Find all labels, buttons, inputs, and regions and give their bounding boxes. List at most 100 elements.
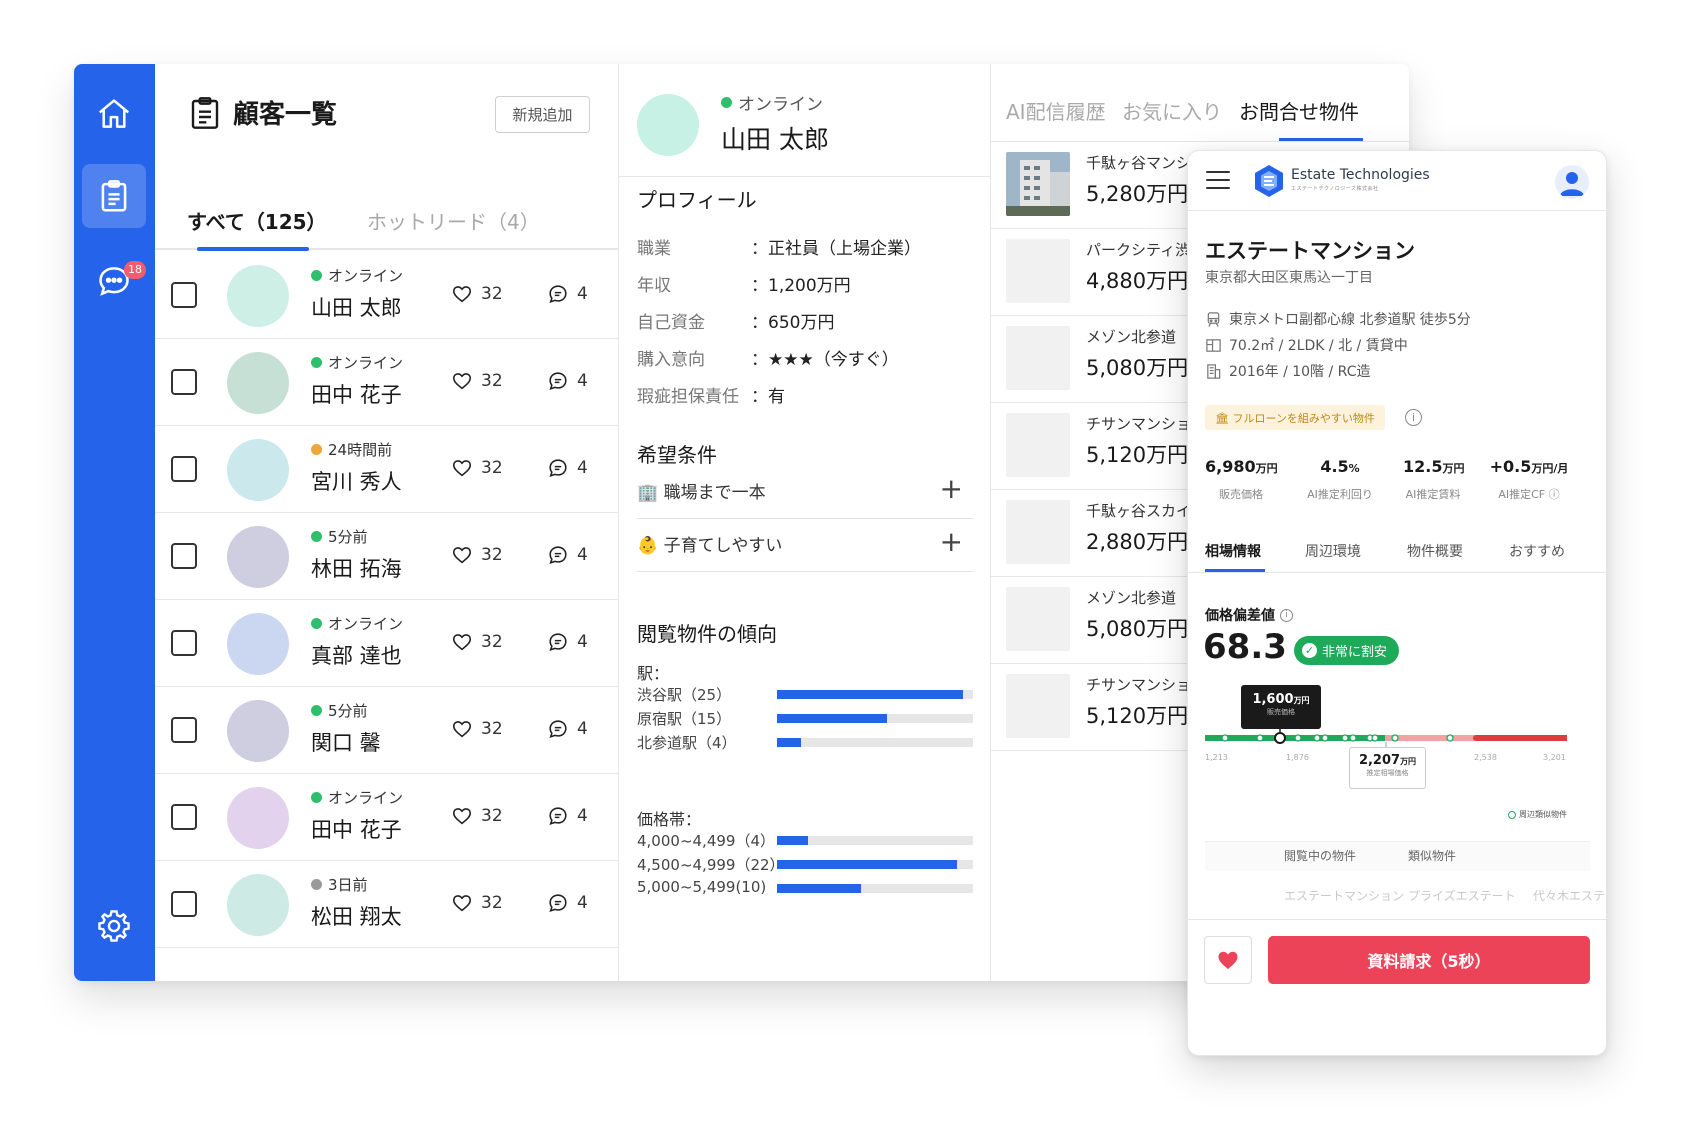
message-count-text: 4 [577, 545, 588, 565]
favorite-button[interactable] [1204, 936, 1252, 984]
customer-status: オンライン [311, 265, 403, 286]
tab-surroundings[interactable]: 周辺環境 [1305, 541, 1361, 561]
tab-hot-leads[interactable]: ホットリード（4） [367, 206, 540, 235]
row-checkbox[interactable] [171, 804, 197, 830]
tab-overview[interactable]: 物件概要 [1407, 541, 1463, 561]
wish-item: 👶 子育てしやすい + [637, 517, 973, 572]
station-info: 東京メトロ副都心線 北参道駅 徒歩5分 [1205, 309, 1471, 329]
profile-field-key: 購入意向 [637, 350, 705, 370]
add-icon[interactable]: + [940, 472, 963, 505]
user-avatar-icon[interactable] [1555, 165, 1589, 199]
clipboard-icon [191, 97, 219, 129]
message-count[interactable]: 4 [547, 631, 588, 653]
row-checkbox[interactable] [171, 717, 197, 743]
profile-header: オンライン 山田 太郎 [619, 64, 990, 177]
customers-nav-button[interactable] [82, 164, 146, 228]
tab-all-customers[interactable]: すべて（125） [187, 206, 327, 235]
menu-icon[interactable] [1206, 171, 1230, 189]
profile-field-value: ：有 [751, 387, 785, 407]
profile-field-value: ：650万円 [751, 313, 835, 333]
add-icon[interactable]: + [940, 525, 963, 558]
stat-unit: 万円 [1255, 462, 1278, 475]
settings-nav-button[interactable] [82, 894, 146, 958]
customer-row[interactable]: オンライン 田中 花子 32 4 [155, 339, 619, 426]
tab-favorites[interactable]: お気に入り [1122, 96, 1222, 125]
message-count[interactable]: 4 [547, 718, 588, 740]
message-count[interactable]: 4 [547, 283, 588, 305]
message-count[interactable]: 4 [547, 544, 588, 566]
bar-label: 原宿駅（15） [637, 710, 732, 728]
home-nav-button[interactable] [82, 82, 146, 146]
floor-info-text: 70.2㎡ / 2LDK / 北 / 賃貸中 [1229, 338, 1408, 354]
like-count[interactable]: 32 [451, 805, 503, 827]
like-count[interactable]: 32 [451, 892, 503, 914]
wish-text: 🏢 職場まで一本 [637, 483, 766, 503]
row-checkbox[interactable] [171, 456, 197, 482]
page-title: 顧客一覧 [233, 100, 338, 130]
like-count[interactable]: 32 [451, 457, 503, 479]
property-thumbnail [1006, 239, 1070, 303]
add-customer-button[interactable]: 新規追加 [495, 96, 590, 133]
stat-unit: % [1348, 462, 1360, 475]
customer-row[interactable]: 24時間前 宮川 秀人 32 4 [155, 426, 619, 513]
floor-info: 70.2㎡ / 2LDK / 北 / 賃貸中 [1205, 335, 1408, 355]
stat-item: 12.5万円 AI推定賃料 [1403, 457, 1464, 502]
info-icon[interactable]: i [1405, 409, 1422, 426]
trend-section-title: 閲覧物件の傾向 [637, 622, 777, 646]
stat-label: AI推定CF ⓘ [1498, 488, 1560, 501]
tab-ai-history[interactable]: AI配信履歴 [1006, 96, 1106, 125]
legend-marker [1508, 810, 1516, 819]
tab-market[interactable]: 相場情報 [1205, 541, 1261, 561]
deal-badge: ✓ 非常に割安 [1294, 636, 1400, 665]
customer-name: 真部 達也 [311, 644, 402, 668]
like-count[interactable]: 32 [451, 283, 503, 305]
row-checkbox[interactable] [171, 543, 197, 569]
row-checkbox[interactable] [171, 369, 197, 395]
tab-inquiries[interactable]: お問合せ物件 [1239, 96, 1359, 125]
stat-label: 販売価格 [1219, 488, 1263, 501]
row-checkbox[interactable] [171, 282, 197, 308]
compare-cell: プライズエステート [1408, 889, 1516, 903]
compare-current: 閲覧中の物件 [1284, 849, 1357, 863]
message-count[interactable]: 4 [547, 805, 588, 827]
bar-fill [777, 860, 958, 869]
like-count[interactable]: 32 [451, 631, 503, 653]
like-count[interactable]: 32 [451, 370, 503, 392]
row-checkbox[interactable] [171, 630, 197, 656]
info-icon[interactable]: i [1280, 608, 1293, 622]
like-count-text: 32 [481, 545, 503, 565]
stat-item: 4.5% AI推定利回り [1304, 457, 1376, 502]
tab-recommend[interactable]: おすすめ [1509, 541, 1565, 561]
property-thumbnail [1006, 500, 1070, 564]
profile-field-value: ：正社員（上場企業） [751, 239, 921, 259]
customer-status: オンライン [311, 787, 403, 808]
wish-text: 👶 子育てしやすい [637, 536, 783, 556]
like-count[interactable]: 32 [451, 718, 503, 740]
clipboard-icon [101, 180, 127, 212]
customer-row[interactable]: 3日前 松田 翔太 32 4 [155, 861, 619, 948]
customer-row[interactable]: オンライン 田中 花子 32 4 [155, 774, 619, 861]
like-count[interactable]: 32 [451, 544, 503, 566]
message-count[interactable]: 4 [547, 892, 588, 914]
customer-row[interactable]: オンライン山田 太郎 32 4 [155, 252, 619, 339]
customer-profile-panel: オンライン 山田 太郎 プロフィール 職業 ：正社員（上場企業） 年収 ：1,200万… [619, 64, 991, 981]
customer-name: 山田 太郎 [311, 296, 402, 320]
message-count[interactable]: 4 [547, 370, 588, 392]
heart-icon [452, 547, 472, 564]
similar-legend-text: 周辺類似物件 [1519, 810, 1567, 819]
brand-subtitle: エステートテクノロジーズ株式会社 [1291, 186, 1379, 192]
compare-cell: エステートマンション [1284, 889, 1405, 903]
status-text: オンライン [328, 789, 404, 807]
request-documents-button[interactable]: 資料請求（5秒） [1268, 936, 1590, 984]
phone-footer: 資料請求（5秒） [1188, 919, 1606, 1055]
status-text: 24時間前 [328, 441, 393, 459]
customer-row[interactable]: オンライン 真部 達也 32 4 [155, 600, 619, 687]
customer-row[interactable]: 5分前 林田 拓海 32 4 [155, 513, 619, 600]
like-count-text: 32 [481, 458, 503, 478]
customer-row[interactable]: 5分前 関口 馨 32 4 [155, 687, 619, 774]
row-checkbox[interactable] [171, 891, 197, 917]
bar-label: 4,000~4,499（4） [637, 832, 775, 850]
chat-nav-button[interactable]: 18 [82, 249, 146, 313]
message-count[interactable]: 4 [547, 457, 588, 479]
like-count-text: 32 [481, 893, 503, 913]
